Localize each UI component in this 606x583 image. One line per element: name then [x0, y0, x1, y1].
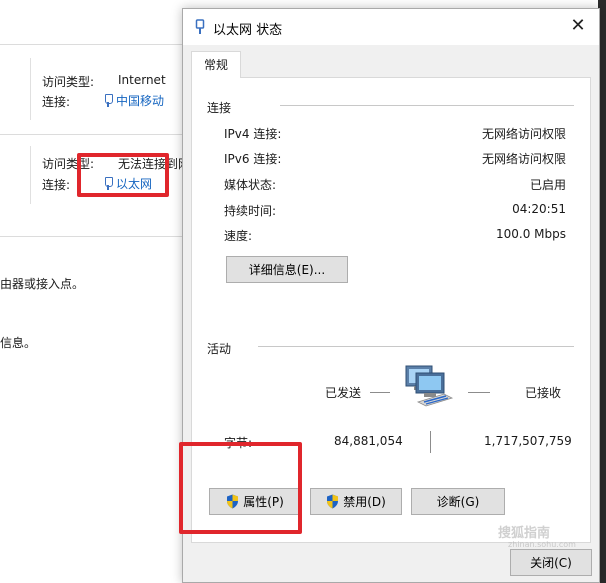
bytes-sent-value: 84,881,054 — [334, 434, 403, 448]
connection-link-mobile[interactable]: 中国移动 — [104, 92, 164, 109]
highlight-box-ethernet — [77, 153, 169, 197]
divider — [0, 44, 190, 45]
title-bar[interactable]: 以太网 状态 ✕ — [183, 9, 599, 45]
duration-label: 持续时间: — [224, 204, 277, 218]
ipv6-label: IPv6 连接: — [224, 152, 282, 166]
divider — [30, 146, 31, 204]
details-button[interactable]: 详细信息(E)... — [226, 256, 348, 283]
ethernet-plug-icon — [104, 94, 113, 107]
disable-button-label: 禁用(D) — [343, 495, 386, 509]
media-state-value: 已启用 — [529, 178, 566, 192]
connection-group-label: 连接 — [207, 99, 238, 116]
ipv4-label: IPv4 连接: — [224, 127, 282, 141]
highlight-box-properties — [179, 442, 302, 534]
troubleshoot-text: 信息。 — [0, 336, 37, 350]
speed-value: 100.0 Mbps — [495, 227, 566, 241]
setup-text: 由器或接入点。 — [0, 277, 85, 291]
disable-button[interactable]: 禁用(D) — [310, 488, 402, 515]
dialog-title: 以太网 状态 — [213, 23, 283, 38]
connection-link-label: 中国移动 — [116, 94, 165, 108]
ethernet-plug-icon — [195, 19, 205, 34]
sent-line — [370, 392, 390, 393]
watermark-url: zhinan.sohu.com — [508, 540, 576, 549]
close-button[interactable]: 关闭(C) — [510, 549, 592, 576]
watermark: 搜狐指南 — [498, 526, 551, 541]
media-state-label: 媒体状态: — [224, 178, 277, 192]
access-type-label: 访问类型: — [42, 75, 95, 89]
connection-label: 连接: — [42, 95, 71, 109]
network-computers-icon — [405, 365, 454, 407]
group-divider — [280, 105, 574, 106]
activity-group-label: 活动 — [207, 340, 238, 357]
bytes-divider — [430, 431, 431, 453]
ipv4-value: 无网络访问权限 — [481, 127, 566, 141]
divider — [0, 236, 190, 237]
divider — [30, 58, 31, 120]
uac-shield-icon — [327, 494, 339, 509]
tab-general[interactable]: 常规 — [191, 51, 241, 78]
sent-label: 已发送 — [325, 386, 362, 400]
connection-label: 连接: — [42, 178, 71, 192]
diagnose-button[interactable]: 诊断(G) — [411, 488, 505, 515]
bytes-received-value: 1,717,507,759 — [484, 434, 572, 448]
access-type-value: Internet — [118, 73, 166, 87]
close-window-button[interactable]: ✕ — [567, 15, 589, 37]
duration-value: 04:20:51 — [512, 202, 566, 216]
divider — [0, 134, 190, 135]
received-label: 已接收 — [525, 386, 562, 400]
received-line — [468, 392, 490, 393]
speed-label: 速度: — [224, 229, 253, 243]
group-divider — [258, 346, 574, 347]
ipv6-value: 无网络访问权限 — [481, 152, 566, 166]
